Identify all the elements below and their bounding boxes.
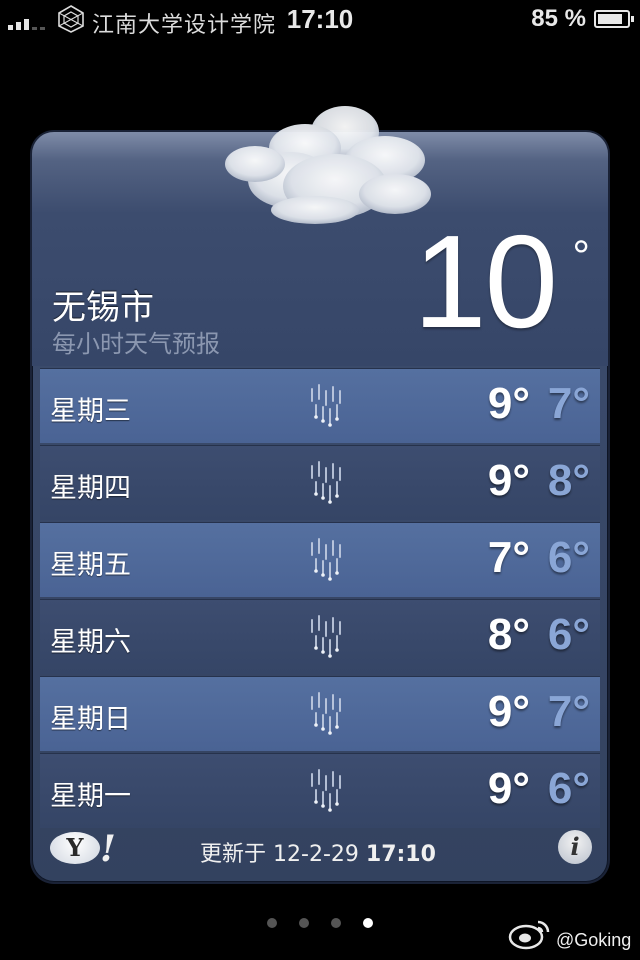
forecast-high: 8° [487,610,530,659]
forecast-day: 星期一 [50,781,131,812]
forecast-low: 8° [547,456,590,505]
forecast-low: 6° [547,533,590,582]
updated-time: 17:10 [365,842,436,867]
weather-card[interactable]: 无锡市 每小时天气预报 10 ° 星期三 9° 7° 星期四 9° 8° 星期五… [32,132,608,882]
page-dot[interactable] [299,918,309,928]
rain-icon [304,383,350,429]
forecast-low: 7° [547,687,590,736]
forecast-day: 星期日 [50,704,131,735]
page-dot[interactable] [267,918,277,928]
battery-percent: 85 % [531,5,586,32]
forecast-high: 9° [487,764,530,813]
yahoo-logo-button[interactable]: Y ! [50,828,130,870]
forecast-high: 7° [487,533,530,582]
card-footer: Y ! 更新于 12-2-29 17:10 i [32,824,608,882]
forecast-day: 星期五 [50,550,131,581]
forecast-row: 星期一 9° 6° [40,753,600,828]
weather-screen: 江南大学设计学院 17:10 85 % 无锡市 每小时天气预报 10 ° 星期三… [0,0,640,960]
page-dot-active[interactable] [363,918,373,928]
updated-label: 更新于 [200,842,267,867]
forecast-row: 星期日 9° 7° [40,676,600,751]
current-temperature: 10 [413,208,558,355]
rain-icon [304,537,350,583]
cloud-icon [225,106,431,224]
hourly-forecast-link[interactable]: 每小时天气预报 [52,324,220,359]
battery-icon [594,10,634,28]
updated-date: 12-2-29 [273,842,359,867]
forecast-low: 7° [547,379,590,428]
city-name: 无锡市 [52,288,154,328]
forecast-high: 9° [487,379,530,428]
forecast-low: 6° [547,764,590,813]
status-bar: 江南大学设计学院 17:10 85 % [0,0,640,40]
forecast-day: 星期四 [50,473,131,504]
forecast-low: 6° [547,610,590,659]
yahoo-logo-icon: Y [50,832,100,864]
forecast-day: 星期六 [50,627,131,658]
forecast-row: 星期六 8° 6° [40,599,600,674]
page-dot[interactable] [331,918,341,928]
forecast-row: 星期五 7° 6° [40,522,600,597]
forecast-row: 星期三 9° 7° [40,368,600,443]
rain-icon [304,614,350,660]
yahoo-logo-mark: ! [100,828,116,870]
rain-icon [304,460,350,506]
forecast-day: 星期三 [50,396,131,427]
watermark-text: @Goking [556,930,632,950]
forecast-row: 星期四 9° 8° [40,445,600,520]
battery-fill [598,14,622,24]
rain-icon [304,768,350,814]
last-updated: 更新于 12-2-29 17:10 [200,836,436,868]
forecast-high: 9° [487,456,530,505]
degree-symbol: ° [572,232,590,281]
forecast-high: 9° [487,687,530,736]
weibo-icon [508,920,550,950]
forecast-list: 星期三 9° 7° 星期四 9° 8° 星期五 7° 6° 星期六 8° 6° … [40,368,600,830]
info-button[interactable]: i [558,830,592,864]
rain-icon [304,691,350,737]
